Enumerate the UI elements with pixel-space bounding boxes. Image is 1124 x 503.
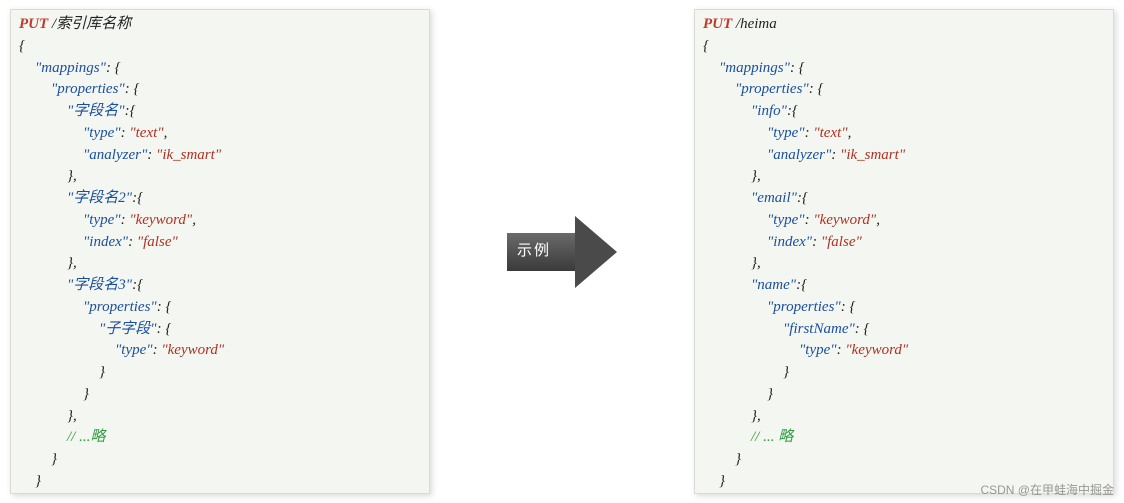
key-field2: "字段名2" — [67, 190, 132, 206]
val-text: "text" — [813, 125, 847, 141]
line: "info":{ — [703, 101, 1105, 123]
key-type: "type" — [115, 342, 153, 358]
line: "type": "text", — [703, 123, 1105, 145]
val-text: "text" — [129, 125, 163, 141]
key-mappings: "mappings" — [719, 60, 790, 76]
key-info: "info" — [751, 103, 787, 119]
line: "子字段": { — [19, 319, 421, 341]
brace: } — [19, 449, 421, 471]
brace: { — [19, 36, 421, 58]
line: "字段名3":{ — [19, 275, 421, 297]
comment-omitted: // ... 略 — [751, 429, 793, 445]
line: "analyzer": "ik_smart" — [19, 145, 421, 167]
brace: }, — [703, 166, 1105, 188]
index-path: /heima — [732, 16, 777, 32]
key-properties: "properties" — [767, 299, 841, 315]
diagram-container: PUT /索引库名称 { "mappings": { "properties":… — [0, 0, 1124, 503]
val-false: "false" — [137, 234, 178, 250]
brace: } — [19, 471, 421, 493]
val-keyword: "keyword" — [813, 212, 876, 228]
val-iksmart: "ik_smart" — [156, 147, 221, 163]
key-field1: "字段名" — [67, 103, 125, 119]
line: "mappings": { — [19, 58, 421, 80]
key-firstname: "firstName" — [783, 321, 855, 337]
line: "index": "false" — [19, 232, 421, 254]
line: "index": "false" — [703, 232, 1105, 254]
key-index: "index" — [83, 234, 128, 250]
key-properties: "properties" — [83, 299, 157, 315]
key-index: "index" — [767, 234, 812, 250]
comment-omitted: // ...略 — [67, 429, 105, 445]
key-mappings: "mappings" — [35, 60, 106, 76]
val-false: "false" — [821, 234, 862, 250]
key-email: "email" — [751, 190, 797, 206]
key-analyzer: "analyzer" — [83, 147, 147, 163]
key-properties: "properties" — [735, 81, 809, 97]
key-type: "type" — [767, 212, 805, 228]
brace: } — [703, 449, 1105, 471]
val-keyword: "keyword" — [845, 342, 908, 358]
arrow-block: 示例 — [462, 216, 662, 288]
key-analyzer: "analyzer" — [767, 147, 831, 163]
key-type: "type" — [767, 125, 805, 141]
line: "type": "keyword" — [19, 340, 421, 362]
watermark: CSDN @在甲蛙海中掘金 — [980, 482, 1114, 499]
val-keyword: "keyword" — [129, 212, 192, 228]
line: "字段名":{ — [19, 101, 421, 123]
line: // ...略 — [19, 427, 421, 449]
put-keyword: PUT — [19, 16, 48, 32]
brace: }, — [19, 253, 421, 275]
line: "type": "text", — [19, 123, 421, 145]
line: // ... 略 — [703, 427, 1105, 449]
brace: }, — [703, 406, 1105, 428]
brace: } — [19, 493, 421, 495]
val-keyword: "keyword" — [161, 342, 224, 358]
code-box-template: PUT /索引库名称 { "mappings": { "properties":… — [10, 9, 430, 494]
line: "properties": { — [703, 79, 1105, 101]
brace: } — [19, 362, 421, 384]
line: "properties": { — [19, 297, 421, 319]
brace: }, — [19, 166, 421, 188]
line: "type": "keyword", — [19, 210, 421, 232]
brace: { — [703, 36, 1105, 58]
key-properties: "properties" — [51, 81, 125, 97]
val-iksmart: "ik_smart" — [840, 147, 905, 163]
brace: } — [703, 384, 1105, 406]
line: "properties": { — [19, 79, 421, 101]
key-name: "name" — [751, 277, 796, 293]
put-keyword: PUT — [703, 16, 732, 32]
line: "email":{ — [703, 188, 1105, 210]
line: PUT /索引库名称 — [19, 14, 421, 36]
key-type: "type" — [83, 125, 121, 141]
line: "字段名2":{ — [19, 188, 421, 210]
brace: } — [19, 384, 421, 406]
key-type: "type" — [83, 212, 121, 228]
line: PUT /heima — [703, 14, 1105, 36]
brace: } — [703, 362, 1105, 384]
code-box-example: PUT /heima { "mappings": { "properties":… — [694, 9, 1114, 494]
line: "type": "keyword", — [703, 210, 1105, 232]
key-field3: "字段名3" — [67, 277, 132, 293]
line: "type": "keyword" — [703, 340, 1105, 362]
line: "firstName": { — [703, 319, 1105, 341]
line: "name":{ — [703, 275, 1105, 297]
key-type: "type" — [799, 342, 837, 358]
line: "analyzer": "ik_smart" — [703, 145, 1105, 167]
key-subfield: "子字段" — [99, 321, 157, 337]
index-path: /索引库名称 — [48, 16, 131, 32]
brace: }, — [19, 406, 421, 428]
arrow-label: 示例 — [517, 240, 551, 262]
line: "mappings": { — [703, 58, 1105, 80]
brace: }, — [703, 253, 1105, 275]
arrow-icon: 示例 — [507, 216, 617, 288]
line: "properties": { — [703, 297, 1105, 319]
